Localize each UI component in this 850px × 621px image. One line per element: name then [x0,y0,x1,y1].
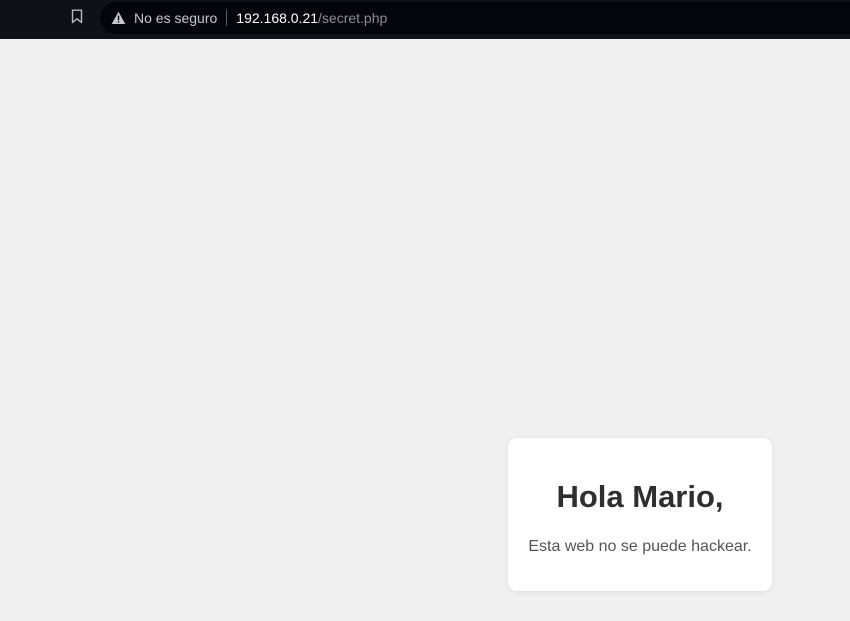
omnibox-divider [226,10,228,26]
card-title: Hola Mario, [556,479,724,514]
greeting-card: Hola Mario, Esta web no se puede hackear… [508,438,772,591]
warning-icon [110,10,126,26]
bookmark-icon [71,9,83,29]
url-host: 192.168.0.21 [236,10,319,26]
url-text[interactable]: 192.168.0.21/secret.php [236,10,387,26]
bookmark-button[interactable] [62,4,92,34]
security-label: No es seguro [134,10,218,26]
address-bar[interactable]: No es seguro 192.168.0.21/secret.php [100,2,850,34]
browser-toolbar: No es seguro 192.168.0.21/secret.php [0,0,850,39]
security-indicator[interactable]: No es seguro [100,2,217,34]
url-path: /secret.php [318,10,388,26]
card-message: Esta web no se puede hackear. [528,538,752,555]
